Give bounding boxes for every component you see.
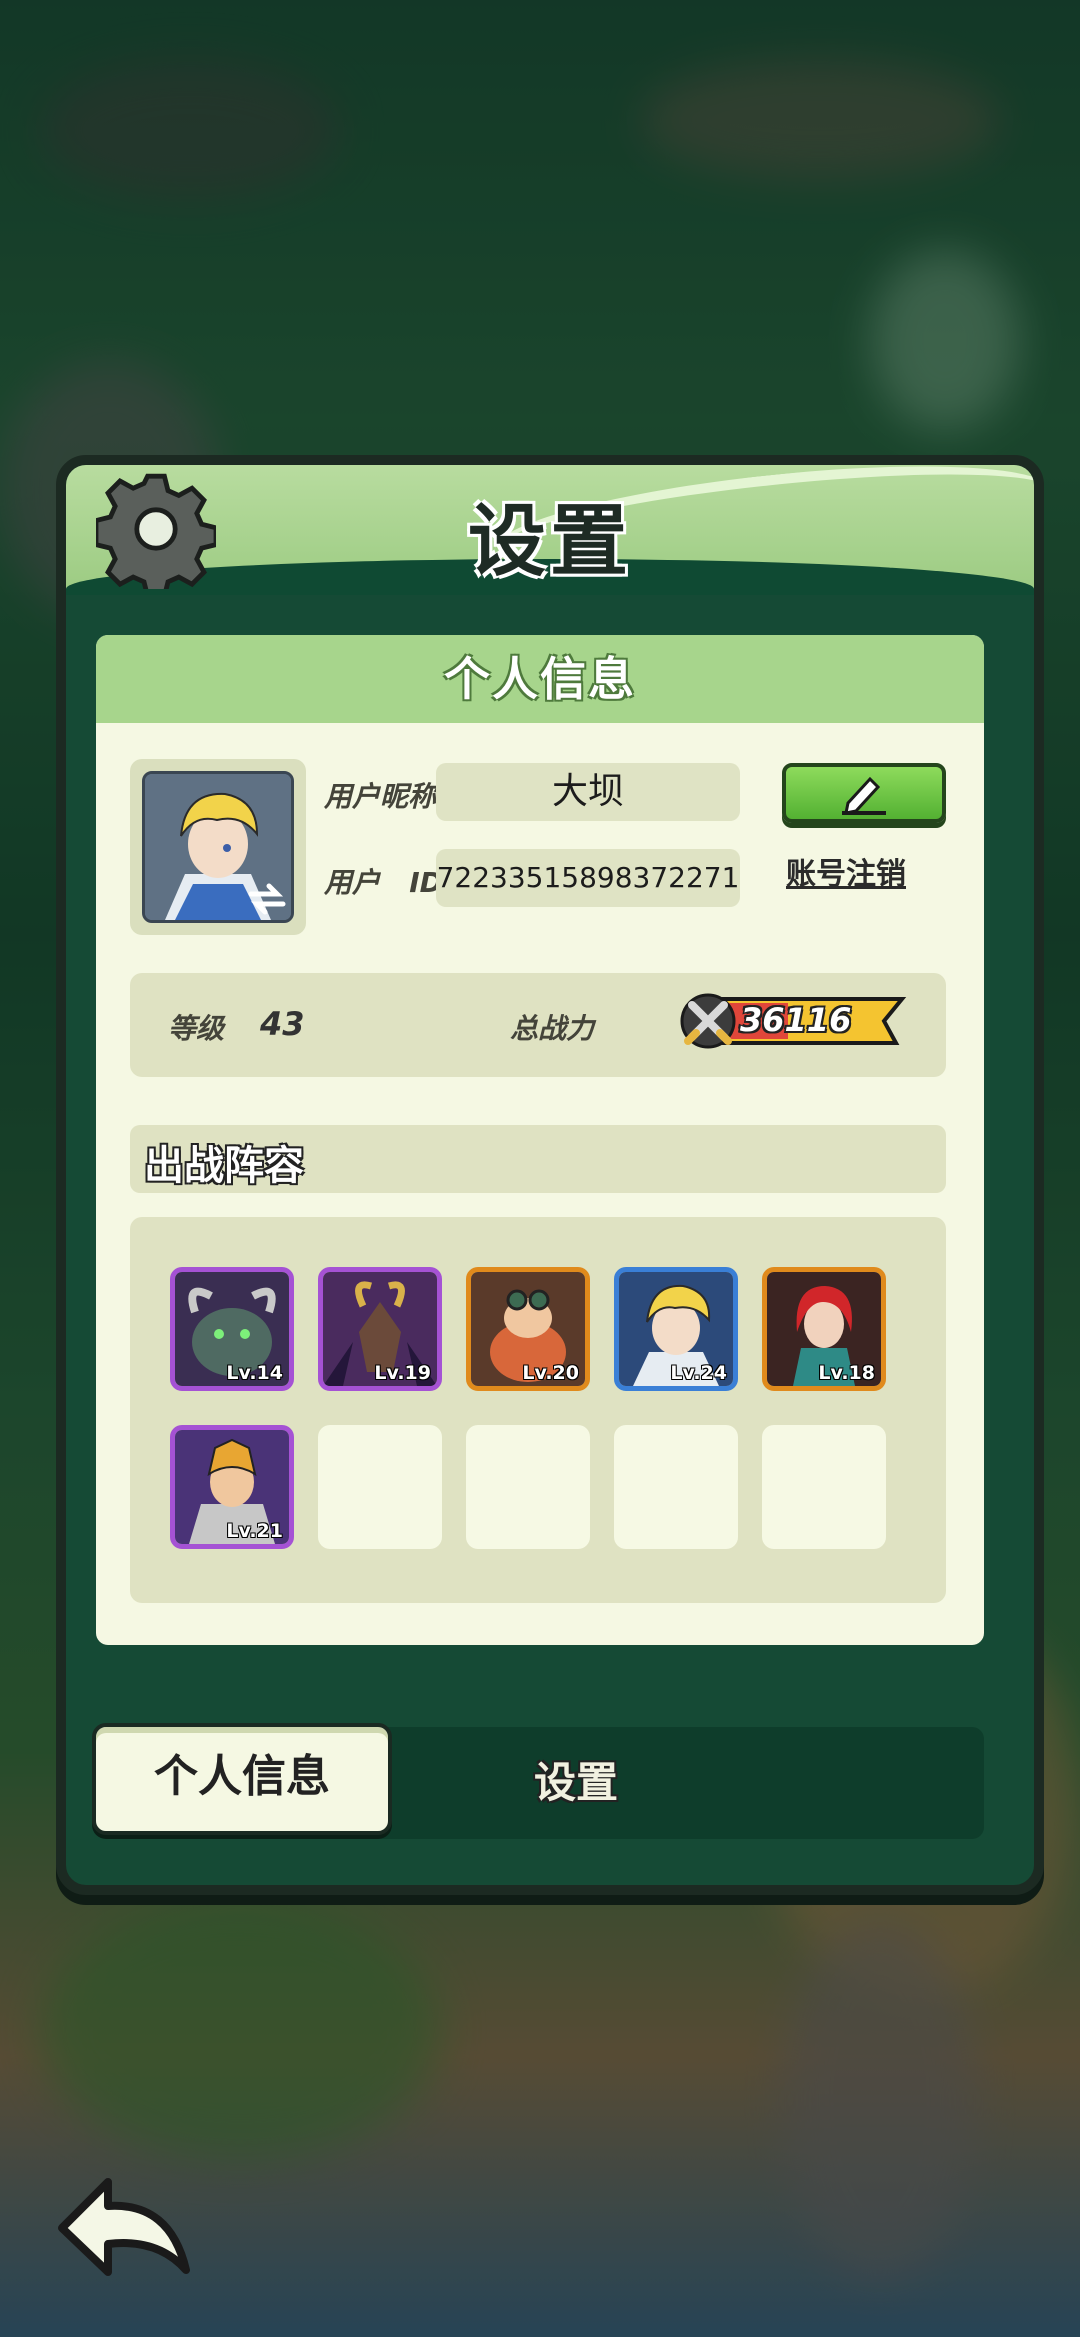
hero-level: Lv.20	[522, 1362, 579, 1384]
level-power-bar: 等级 43 总战力 36116	[130, 973, 946, 1077]
hero-level: Lv.18	[818, 1362, 875, 1384]
empty-hero-slot[interactable]	[318, 1425, 442, 1549]
dialog-title: 设置	[467, 497, 632, 587]
switch-avatar-icon[interactable]	[247, 882, 287, 916]
edit-nickname-button[interactable]	[782, 763, 946, 823]
level-label: 等级	[168, 1012, 225, 1045]
hero-level: Lv.24	[670, 1362, 727, 1384]
empty-hero-slot[interactable]	[614, 1425, 738, 1549]
hero-slot[interactable]: Lv.24	[614, 1267, 738, 1391]
delete-account-link[interactable]: 账号注销	[786, 849, 906, 893]
nickname-field: 大坝	[436, 763, 740, 821]
lineup-title: 出战阵容	[144, 1143, 304, 1189]
settings-dialog: 设置 个人信息 用户昵称 大坝 用户 ID 72233515898372271 …	[56, 455, 1044, 1895]
tab-settings[interactable]: 设置	[426, 1727, 726, 1839]
settings-tabs: 个人信息 设置	[92, 1723, 984, 1839]
power-label: 总战力	[510, 1012, 595, 1045]
dialog-header: 设置	[66, 465, 1034, 595]
hero-level: Lv.21	[226, 1520, 283, 1542]
pencil-icon	[842, 776, 886, 815]
lineup-section-bar: 出战阵容	[130, 1125, 946, 1193]
personal-info-panel: 个人信息 用户昵称 大坝 用户 ID 72233515898372271 账号注…	[96, 635, 984, 1645]
empty-hero-slot[interactable]	[762, 1425, 886, 1549]
avatar-frame[interactable]	[130, 759, 306, 935]
user-id-label: 用户 ID	[324, 866, 443, 899]
hero-level: Lv.14	[226, 1362, 283, 1384]
user-id-field: 72233515898372271	[436, 849, 740, 907]
hero-slot[interactable]: Lv.19	[318, 1267, 442, 1391]
lineup-grid: Lv.14 Lv.19 Lv.20 Lv.24 Lv.18 Lv.21	[130, 1217, 946, 1603]
hero-slot[interactable]: Lv.14	[170, 1267, 294, 1391]
hero-slot[interactable]: Lv.20	[466, 1267, 590, 1391]
power-value: 36116	[740, 1001, 852, 1039]
nickname-label: 用户昵称	[324, 780, 437, 813]
back-arrow-icon[interactable]	[54, 2172, 194, 2284]
power-badge: 36116	[678, 989, 908, 1053]
hero-level: Lv.19	[374, 1362, 431, 1384]
avatar[interactable]	[142, 771, 294, 923]
level-value: 43	[260, 1005, 305, 1043]
panel-header: 个人信息	[96, 635, 984, 723]
crossed-swords-icon	[684, 1001, 732, 1045]
tab-personal-info[interactable]: 个人信息	[92, 1723, 392, 1835]
hero-slot[interactable]: Lv.18	[762, 1267, 886, 1391]
hero-slot[interactable]: Lv.21	[170, 1425, 294, 1549]
empty-hero-slot[interactable]	[466, 1425, 590, 1549]
